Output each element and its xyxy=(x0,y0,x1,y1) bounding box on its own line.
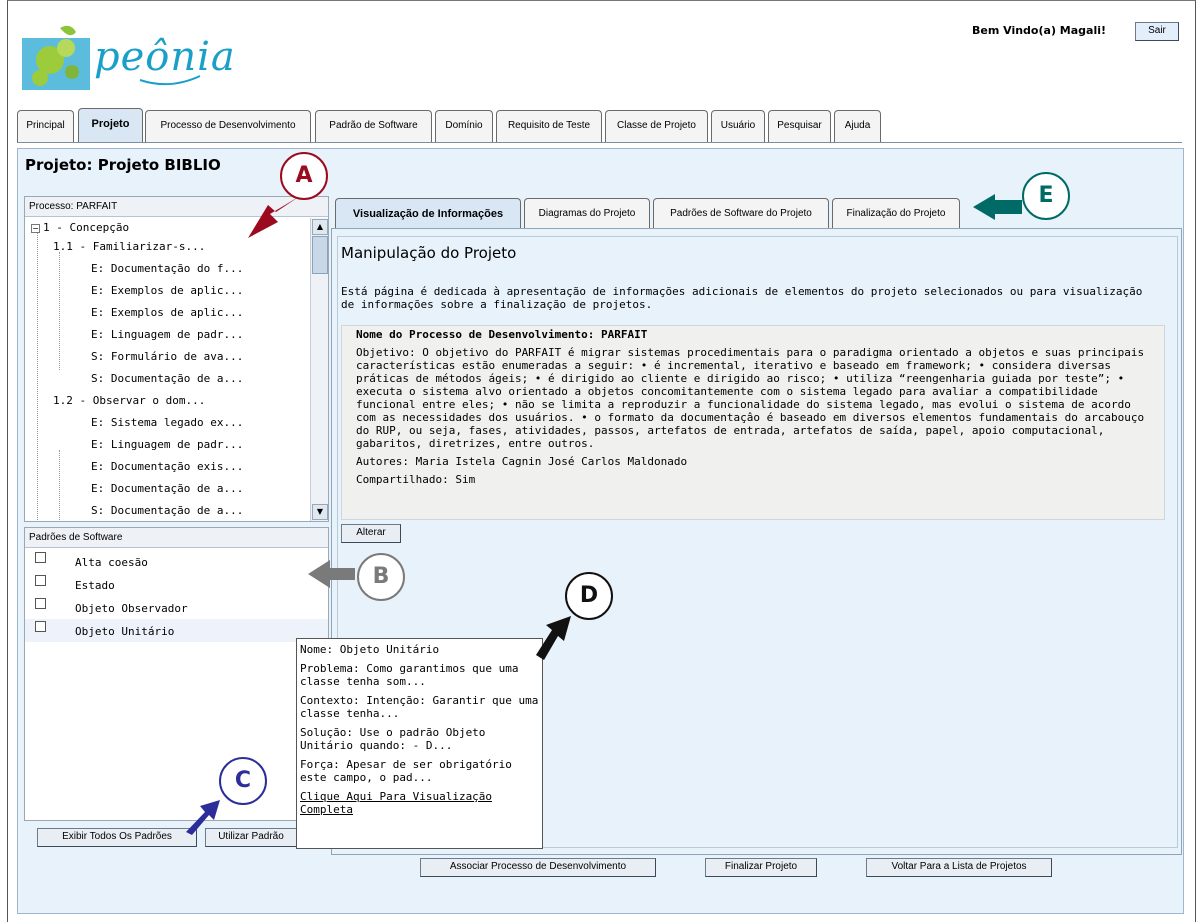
tree-node[interactable]: E: Documentação de a... xyxy=(91,482,243,495)
patterns-header: Padrões de Software xyxy=(25,528,328,548)
pattern-item-selected[interactable]: Objeto Unitário xyxy=(25,619,328,642)
tree-node[interactable]: S: Documentação de a... xyxy=(91,372,243,385)
scroll-down-icon[interactable]: ▼ xyxy=(312,504,328,520)
logout-button[interactable]: Sair xyxy=(1135,22,1179,41)
tab-usuario[interactable]: Usuário xyxy=(711,110,765,142)
scroll-thumb[interactable] xyxy=(312,236,328,274)
tab-divider xyxy=(17,142,1182,143)
process-authors: Autores: Maria Istela Cagnin José Carlos… xyxy=(356,455,688,468)
annotation-d: D xyxy=(565,572,613,620)
pattern-checkbox[interactable] xyxy=(35,575,46,586)
tree-node[interactable]: S: Documentação de a... xyxy=(91,504,243,517)
tab-requisito-teste[interactable]: Requisito de Teste xyxy=(496,110,602,142)
pattern-checkbox[interactable] xyxy=(35,552,46,563)
tree-node[interactable]: E: Exemplos de aplic... xyxy=(91,306,243,319)
tooltip-force: Força: Apesar de ser obrigatório este ca… xyxy=(300,758,512,784)
collapse-icon[interactable]: − xyxy=(31,223,40,233)
peonia-logo: peônia xyxy=(20,20,240,100)
pattern-item[interactable]: Estado xyxy=(25,573,328,596)
pattern-item[interactable]: Alta coesão xyxy=(25,550,328,573)
tab-finalizacao-projeto[interactable]: Finalização do Projeto xyxy=(832,198,960,228)
welcome-message: Bem Vindo(a) Magali! xyxy=(972,24,1107,37)
back-to-projects-button[interactable]: Voltar Para a Lista de Projetos xyxy=(866,858,1052,877)
annotation-e: E xyxy=(1022,172,1070,220)
tooltip-solution: Solução: Use o padrão Objeto Unitário qu… xyxy=(300,726,486,752)
associate-process-button[interactable]: Associar Processo de Desenvolvimento xyxy=(420,858,656,877)
tree-node[interactable]: E: Documentação do f... xyxy=(91,262,243,275)
full-view-link[interactable]: Clique Aqui Para Visualização Completa xyxy=(300,790,539,816)
tab-diagramas-projeto[interactable]: Diagramas do Projeto xyxy=(524,198,650,228)
tree-node[interactable]: 1.2 - Observar o dom... xyxy=(53,394,205,407)
tree-node[interactable]: E: Linguagem de padr... xyxy=(91,438,243,451)
tree-node[interactable]: 1.1 - Familiarizar-s... xyxy=(53,240,205,253)
process-tree-header: Processo: PARFAIT xyxy=(25,197,328,217)
tree-node[interactable]: E: Documentação exis... xyxy=(91,460,243,473)
pattern-item[interactable]: Objeto Observador xyxy=(25,596,328,619)
content-title: Manipulação do Projeto xyxy=(341,244,517,262)
tab-ajuda[interactable]: Ajuda xyxy=(834,110,881,142)
pattern-checkbox[interactable] xyxy=(35,598,46,609)
tab-padroes-software-projeto[interactable]: Padrões de Software do Projeto xyxy=(653,198,829,228)
logo-text: peônia xyxy=(94,34,236,80)
tab-classe-projeto[interactable]: Classe de Projeto xyxy=(605,110,708,142)
use-pattern-button[interactable]: Utilizar Padrão xyxy=(205,828,297,847)
process-name: Nome do Processo de Desenvolvimento: PAR… xyxy=(356,328,648,341)
show-all-patterns-button[interactable]: Exibir Todos Os Padrões xyxy=(37,828,197,847)
tree-scrollbar[interactable]: ▲ ▼ xyxy=(310,218,328,521)
content-description: Está página é dedicada à apresentação de… xyxy=(341,285,1143,311)
pattern-tooltip: Nome: Objeto Unitário Problema: Como gar… xyxy=(296,638,543,849)
software-patterns-panel: Padrões de Software Alta coesão Estado O… xyxy=(24,527,329,821)
tab-dominio[interactable]: Domínio xyxy=(435,110,493,142)
annotation-b: B xyxy=(357,553,405,601)
tree-node[interactable]: E: Exemplos de aplic... xyxy=(91,284,243,297)
tab-principal[interactable]: Principal xyxy=(17,110,74,142)
tooltip-name: Nome: Objeto Unitário xyxy=(300,643,440,656)
tree-node[interactable]: S: Formulário de ava... xyxy=(91,350,243,363)
tab-processo-desenvolvimento[interactable]: Processo de Desenvolvimento xyxy=(145,110,311,142)
process-tree-panel: Processo: PARFAIT −1 - Concepção 1.1 - F… xyxy=(24,196,329,522)
annotation-a: A xyxy=(280,152,328,200)
tree-node[interactable]: −1 - Concepção xyxy=(31,221,129,234)
process-tree: −1 - Concepção 1.1 - Familiarizar-s... E… xyxy=(25,218,310,521)
tree-node[interactable]: E: Sistema legado ex... xyxy=(91,416,243,429)
tab-visualizacao-informacoes[interactable]: Visualização de Informações xyxy=(335,198,521,228)
tooltip-problem: Problema: Como garantimos que uma classe… xyxy=(300,662,519,688)
process-shared: Compartilhado: Sim xyxy=(356,473,476,486)
tooltip-context: Contexto: Intenção: Garantir que uma cla… xyxy=(300,694,539,720)
process-objective: Objetivo: O objetivo do PARFAIT é migrar… xyxy=(356,346,1145,450)
project-title: Projeto: Projeto BIBLIO xyxy=(25,156,221,174)
tab-padrao-software[interactable]: Padrão de Software xyxy=(315,110,432,142)
scroll-up-icon[interactable]: ▲ xyxy=(312,219,328,235)
tree-node[interactable]: E: Linguagem de padr... xyxy=(91,328,243,341)
pattern-checkbox[interactable] xyxy=(35,621,46,632)
edit-button[interactable]: Alterar xyxy=(341,524,401,543)
tab-pesquisar[interactable]: Pesquisar xyxy=(768,110,831,142)
finalize-project-button[interactable]: Finalizar Projeto xyxy=(705,858,817,877)
process-info-box: Nome do Processo de Desenvolvimento: PAR… xyxy=(341,325,1165,520)
tab-projeto[interactable]: Projeto xyxy=(78,108,143,142)
annotation-c: C xyxy=(219,757,267,805)
